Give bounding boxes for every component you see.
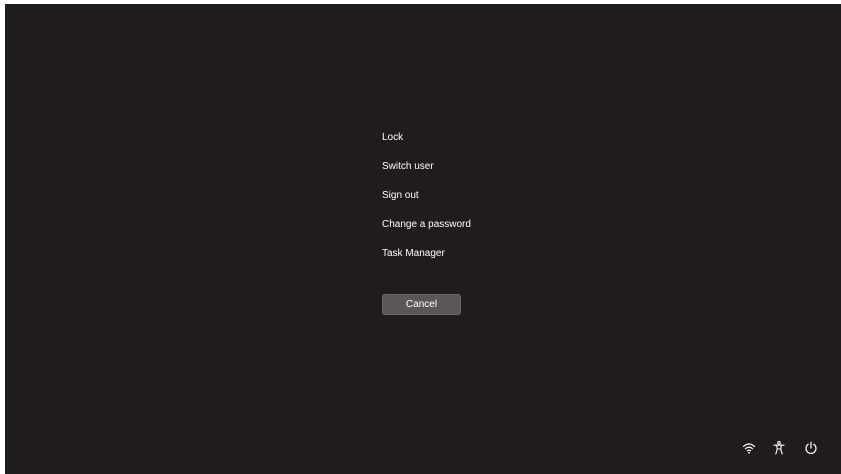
cancel-button[interactable]: Cancel	[382, 294, 461, 315]
security-options-menu: Lock Switch user Sign out Change a passw…	[382, 128, 471, 273]
switch-user-option[interactable]: Switch user	[382, 157, 471, 186]
lock-option[interactable]: Lock	[382, 128, 471, 157]
change-password-option[interactable]: Change a password	[382, 215, 471, 244]
sign-out-option[interactable]: Sign out	[382, 186, 471, 215]
power-icon[interactable]	[803, 440, 819, 456]
task-manager-option[interactable]: Task Manager	[382, 244, 471, 273]
wifi-icon[interactable]	[741, 440, 757, 456]
accessibility-icon[interactable]	[771, 440, 787, 456]
security-options-screen: Lock Switch user Sign out Change a passw…	[5, 4, 841, 474]
